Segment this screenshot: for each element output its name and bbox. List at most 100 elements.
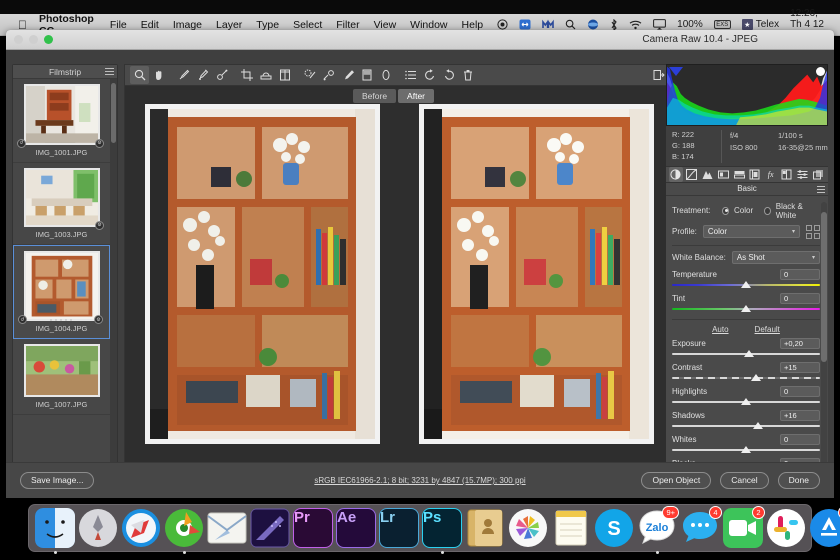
tone-curve-tab-icon[interactable] — [685, 167, 699, 182]
panel-menu-icon[interactable] — [817, 185, 825, 195]
preview-pane-after[interactable] — [418, 104, 654, 444]
rotate-right-tool-icon[interactable] — [439, 66, 458, 84]
basic-panel-tab-icon[interactable] — [669, 166, 683, 182]
menu-item-filter[interactable]: Filter — [336, 19, 359, 31]
zalo-icon[interactable]: Zalo 9+ — [637, 506, 679, 554]
slider-value[interactable]: +15 — [780, 361, 820, 373]
adobe-bridge-icon[interactable] — [250, 508, 290, 548]
delete-tool-icon[interactable] — [458, 66, 477, 84]
highlight-clipping-indicator[interactable] — [816, 67, 825, 76]
menu-item-image[interactable]: Image — [173, 19, 202, 31]
hsl-grayscale-tab-icon[interactable] — [716, 167, 730, 182]
app-store-green-icon[interactable] — [164, 508, 204, 554]
slider-value[interactable]: 0 — [780, 268, 820, 280]
snapshots-tab-icon[interactable] — [811, 167, 825, 182]
slider-exposure[interactable]: Exposure +0,20 — [672, 337, 820, 358]
app-store-icon[interactable]: 2 — [809, 506, 840, 548]
radio-color[interactable] — [722, 206, 729, 215]
targeted-adjustment-tool-icon[interactable] — [212, 66, 231, 84]
slack-icon[interactable] — [766, 508, 806, 548]
slider-whites[interactable]: Whites 0 — [672, 433, 820, 454]
slider-value[interactable]: 0 — [780, 433, 820, 445]
camera-calibration-tab-icon[interactable] — [780, 167, 794, 182]
slider-knob[interactable] — [751, 373, 762, 381]
detail-tab-icon[interactable] — [701, 167, 715, 182]
red-eye-tool-icon[interactable] — [319, 66, 338, 84]
open-object-button[interactable]: Open Object — [641, 471, 712, 490]
adjustment-brush-tool-icon[interactable] — [338, 66, 357, 84]
notes-icon[interactable] — [551, 508, 591, 548]
list-item-selected[interactable]: ↺ ⚙ IMG_1004.JPG — [13, 244, 110, 340]
edited-badge-icon[interactable]: ⚙ — [95, 138, 104, 148]
graduated-filter-tool-icon[interactable] — [357, 66, 376, 84]
done-button[interactable]: Done — [777, 471, 820, 490]
slider-track[interactable] — [672, 373, 820, 382]
slider-track[interactable] — [672, 349, 820, 358]
list-item[interactable]: ⚙ IMG_1003.JPG — [13, 163, 110, 245]
slider-value[interactable]: 0 — [780, 385, 820, 397]
list-item[interactable]: IMG_1007.JPG — [13, 339, 110, 416]
finder-icon[interactable] — [35, 508, 75, 554]
default-button[interactable]: Default — [755, 325, 780, 334]
slider-knob[interactable] — [741, 280, 751, 288]
contacts-icon[interactable] — [465, 508, 505, 548]
tab-before[interactable]: Before — [353, 89, 397, 103]
slider-value[interactable]: 0 — [780, 292, 820, 304]
mail-icon[interactable] — [207, 508, 247, 548]
edited-badge-icon[interactable]: ⚙ — [95, 220, 104, 230]
slider-knob[interactable] — [741, 397, 751, 405]
menu-item-type[interactable]: Type — [256, 19, 279, 31]
slider-temperature[interactable]: Temperature 0 — [672, 268, 820, 289]
messages-icon[interactable]: 4 — [680, 506, 722, 548]
scrollbar-thumb[interactable] — [111, 83, 116, 143]
radial-filter-tool-icon[interactable] — [376, 66, 395, 84]
profile-browser-button[interactable] — [806, 224, 820, 239]
white-balance-tool-icon[interactable] — [174, 66, 193, 84]
edited-badge-icon[interactable]: ⚙ — [94, 315, 103, 325]
slider-tint[interactable]: Tint 0 — [672, 292, 820, 313]
preferences-tool-icon[interactable] — [401, 66, 420, 84]
input-source-indicator[interactable]: ★ Telex — [741, 19, 779, 30]
color-sampler-tool-icon[interactable] — [193, 66, 212, 84]
slider-shadows[interactable]: Shadows +16 — [672, 409, 820, 430]
slider-value[interactable]: +16 — [780, 409, 820, 421]
menu-item-select[interactable]: Select — [293, 19, 322, 31]
scrollbar-thumb[interactable] — [821, 211, 827, 362]
lens-corrections-tab-icon[interactable] — [748, 167, 762, 182]
lightroom-icon[interactable]: Lr — [379, 508, 419, 548]
slider-knob[interactable] — [743, 349, 754, 357]
crop-tool-icon[interactable] — [237, 66, 256, 84]
filmstrip-menu-icon[interactable] — [105, 68, 114, 76]
cancel-button[interactable]: Cancel — [720, 471, 769, 490]
effects-tab-icon[interactable]: fx — [764, 167, 778, 182]
rotate-left-icon[interactable]: ↺ — [18, 315, 27, 325]
slider-track[interactable] — [672, 421, 820, 430]
launchpad-icon[interactable] — [78, 508, 118, 548]
menu-item-help[interactable]: Help — [462, 19, 484, 31]
white-balance-select[interactable]: As Shot ▾ — [731, 250, 820, 264]
zoom-tool-icon[interactable] — [130, 66, 149, 84]
straighten-tool-icon[interactable] — [256, 66, 275, 84]
menu-item-window[interactable]: Window — [410, 19, 447, 31]
image-preview-area[interactable]: Before After — [124, 86, 674, 498]
photoshop-icon[interactable]: Ps — [422, 508, 462, 554]
slider-track[interactable] — [672, 280, 820, 289]
hand-tool-icon[interactable] — [149, 66, 168, 84]
menu-item-edit[interactable]: Edit — [141, 19, 159, 31]
menu-item-layer[interactable]: Layer — [216, 19, 242, 31]
slider-knob[interactable] — [752, 421, 763, 429]
rotate-left-tool-icon[interactable] — [420, 66, 439, 84]
slider-value[interactable]: +0,20 — [780, 337, 820, 349]
slider-knob[interactable] — [741, 445, 751, 453]
slider-highlights[interactable]: Highlights 0 — [672, 385, 820, 406]
rotate-left-icon[interactable]: ↺ — [17, 138, 26, 148]
slider-track[interactable] — [672, 445, 820, 454]
menu-item-view[interactable]: View — [374, 19, 397, 31]
slider-knob[interactable] — [741, 304, 751, 312]
radio-black-and-white[interactable] — [764, 206, 771, 215]
apple-icon[interactable]:  — [18, 19, 27, 31]
slider-contrast[interactable]: Contrast +15 — [672, 361, 820, 382]
photos-icon[interactable] — [508, 508, 548, 548]
presets-tab-icon[interactable] — [795, 167, 809, 182]
slider-track[interactable] — [672, 397, 820, 406]
